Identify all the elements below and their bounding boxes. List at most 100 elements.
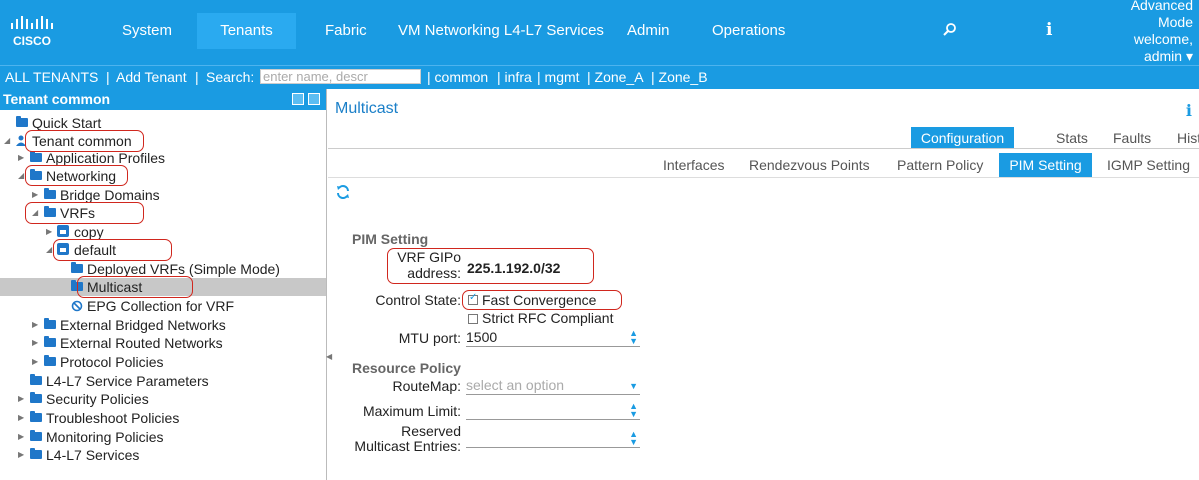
separator: |	[106, 69, 110, 85]
tree-item-epg-collection[interactable]: EPG Collection for VRF	[0, 297, 326, 315]
tree-item-monitoring-policies[interactable]: ▶ Monitoring Policies	[0, 428, 326, 446]
search-icon[interactable]	[942, 22, 958, 38]
folder-icon	[30, 392, 42, 403]
separator: |	[195, 69, 199, 85]
collapsed-caret-icon[interactable]: ▶	[18, 390, 24, 408]
tab-pim-setting[interactable]: PIM Setting	[999, 153, 1092, 177]
reserved-multicast-label: Reserved Multicast Entries:	[328, 424, 461, 454]
quick-link-infra[interactable]: | infra	[497, 66, 532, 88]
tree-item-security-policies[interactable]: ▶ Security Policies	[0, 390, 326, 408]
tree-item-label: Troubleshoot Policies	[46, 410, 180, 426]
folder-icon	[44, 355, 56, 366]
tab-interfaces[interactable]: Interfaces	[655, 154, 732, 176]
control-state-label: Control State:	[375, 292, 461, 308]
annotation-highlight	[25, 130, 144, 152]
collapsed-caret-icon[interactable]: ▶	[18, 446, 24, 464]
tree-item-external-bridged[interactable]: ▶ External Bridged Networks	[0, 316, 326, 334]
tree-item-l4-l7-services[interactable]: ▶ L4-L7 Services	[0, 446, 326, 464]
tree-item-external-routed[interactable]: ▶ External Routed Networks	[0, 334, 326, 352]
tree-item-troubleshoot-policies[interactable]: ▶ Troubleshoot Policies	[0, 409, 326, 427]
tree-item-label: Security Policies	[46, 391, 149, 407]
mtu-port-stepper[interactable]: 1500 ▲ ▼	[466, 329, 640, 347]
content-pane: Multicast i Configuration Stats Faults H…	[328, 89, 1199, 480]
nav-operations[interactable]: Operations	[712, 13, 785, 49]
info-icon[interactable]: i	[1046, 20, 1052, 40]
collapsed-caret-icon[interactable]: ▶	[18, 428, 24, 446]
collapsed-caret-icon[interactable]: ▶	[32, 334, 38, 352]
tab-divider	[328, 177, 1199, 178]
tenant-search-input[interactable]	[260, 69, 421, 84]
welcome-text: welcome,	[1133, 31, 1193, 47]
strict-rfc-label[interactable]: Strict RFC Compliant	[482, 310, 613, 326]
maximum-limit-label: Maximum Limit:	[362, 403, 461, 419]
user-dropdown[interactable]: admin ▾	[1131, 48, 1193, 65]
refresh-icon[interactable]	[335, 184, 351, 200]
no-entry-icon	[71, 300, 83, 312]
svg-text:CISCO: CISCO	[13, 34, 51, 48]
tab-configuration[interactable]: Configuration	[911, 127, 1014, 149]
info-icon[interactable]: i	[1186, 101, 1192, 120]
folder-icon	[44, 318, 56, 329]
stepper-arrows-icon[interactable]: ▲ ▼	[629, 329, 638, 346]
folder-icon	[71, 262, 83, 273]
annotation-highlight	[25, 202, 144, 224]
collapsed-caret-icon[interactable]: ▶	[18, 149, 24, 167]
stepper-arrows-icon[interactable]: ▲ ▼	[629, 402, 638, 419]
quick-link-zone-a[interactable]: | Zone_A	[587, 66, 644, 88]
annotation-highlight	[53, 239, 172, 261]
quick-link-mgmt[interactable]: | mgmt	[537, 66, 580, 88]
nav-fabric[interactable]: Fabric	[325, 13, 367, 49]
stepper-arrows-icon[interactable]: ▲ ▼	[629, 430, 638, 447]
user-menu[interactable]: Advanced Mode welcome, admin ▾	[1131, 0, 1193, 65]
expanded-caret-icon[interactable]: ◢	[46, 241, 52, 259]
chevron-down-icon[interactable]: ▼	[629, 382, 638, 391]
tree-item-l4-l7-service-params[interactable]: L4-L7 Service Parameters	[0, 372, 326, 390]
tab-stats[interactable]: Stats	[1048, 127, 1096, 149]
nav-tenants[interactable]: Tenants	[197, 13, 296, 49]
reserved-label-line2: Multicast Entries:	[354, 438, 461, 454]
navigation-tree-panel: Tenant common Quick Start ◢ Tenant commo…	[0, 89, 327, 480]
tab-faults[interactable]: Faults	[1105, 127, 1159, 149]
tree-header-title: Tenant common	[3, 91, 111, 107]
tree-item-label: External Bridged Networks	[60, 317, 226, 333]
page-title: Multicast	[335, 100, 399, 117]
nav-system[interactable]: System	[122, 13, 172, 49]
folder-icon	[30, 430, 42, 441]
collapsed-caret-icon[interactable]: ▶	[32, 353, 38, 371]
tree-item-protocol-policies[interactable]: ▶ Protocol Policies	[0, 353, 326, 371]
quick-link-common[interactable]: | common	[427, 66, 488, 88]
tree-item-label: L4-L7 Service Parameters	[46, 373, 209, 389]
routemap-label: RouteMap:	[392, 378, 461, 394]
add-tenant-link[interactable]: Add Tenant	[116, 66, 187, 88]
nav-admin[interactable]: Admin	[627, 13, 670, 49]
routemap-placeholder[interactable]: select an option	[466, 377, 564, 393]
quick-link-zone-b[interactable]: | Zone_B	[651, 66, 708, 88]
refresh-tree-icon[interactable]	[308, 93, 320, 105]
cisco-logo[interactable]: CISCO	[8, 14, 60, 50]
tab-pattern-policy[interactable]: Pattern Policy	[889, 154, 991, 176]
expanded-caret-icon[interactable]: ◢	[18, 167, 24, 185]
expanded-caret-icon[interactable]: ◢	[4, 132, 10, 150]
strict-rfc-checkbox[interactable]	[468, 314, 478, 324]
tab-igmp-setting[interactable]: IGMP Setting	[1099, 154, 1198, 176]
collapsed-caret-icon[interactable]: ▶	[32, 316, 38, 334]
tab-history[interactable]: History	[1169, 127, 1199, 149]
tab-divider	[328, 148, 1199, 149]
tree-item-label: L4-L7 Services	[46, 447, 140, 463]
tab-rendezvous-points[interactable]: Rendezvous Points	[741, 154, 878, 176]
nav-vm-networking-l4-l7[interactable]: VM Networking L4-L7 Services	[398, 13, 604, 49]
tree-item-label: External Routed Networks	[60, 335, 223, 351]
folder-icon	[44, 188, 56, 199]
maximum-limit-stepper[interactable]: ▲ ▼	[466, 402, 640, 420]
all-tenants-link[interactable]: ALL TENANTS	[5, 66, 98, 88]
mtu-port-value[interactable]: 1500	[466, 329, 497, 345]
expand-icon[interactable]	[292, 93, 304, 105]
routemap-select[interactable]: select an option ▼	[466, 377, 640, 395]
pim-section-title: PIM Setting	[352, 231, 429, 247]
reserved-multicast-stepper[interactable]: ▲ ▼	[466, 430, 640, 448]
annotation-highlight	[25, 165, 128, 186]
mtu-port-label: MTU port:	[398, 330, 461, 346]
tree-item-label: Monitoring Policies	[46, 429, 164, 445]
collapsed-caret-icon[interactable]: ▶	[18, 409, 24, 427]
collapsed-caret-icon[interactable]: ▶	[46, 223, 52, 241]
